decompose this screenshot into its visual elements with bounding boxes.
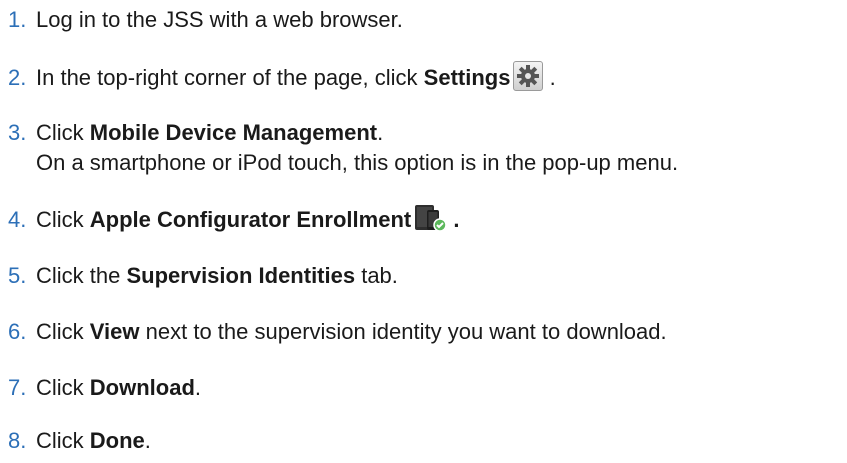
step-5: 5. Click the Supervision Identities tab.: [8, 261, 398, 291]
step-4: 4. Click Apple Configurator Enrollment .: [8, 204, 459, 235]
step-text-end: .: [194, 375, 202, 400]
step-text: Click: [36, 207, 90, 232]
step-note: On a smartphone or iPod touch, this opti…: [36, 150, 679, 175]
view-label: View: [89, 319, 140, 344]
step-number: 4.: [8, 207, 27, 232]
step-number: 8.: [8, 428, 27, 453]
step-text: Click: [36, 428, 90, 453]
step-text: Click the: [36, 263, 127, 288]
step-8: 8. Click Done.: [8, 426, 151, 456]
step-text-end: .: [447, 207, 460, 232]
apple-configurator-enrollment-label: Apple Configurator Enrollment: [89, 207, 412, 232]
step-text-end: .: [543, 65, 556, 90]
step-text: In the top-right corner of the page, cli…: [36, 65, 424, 90]
step-1: 1. Log in to the JSS with a web browser.: [8, 5, 403, 35]
supervision-identities-label: Supervision Identities: [126, 263, 356, 288]
step-text-end: next to the supervision identity you wan…: [139, 319, 667, 344]
step-text: Log in to the JSS with a web browser.: [36, 7, 403, 32]
step-2: 2. In the top-right corner of the page, c…: [8, 61, 556, 93]
done-label: Done: [89, 428, 145, 453]
step-number: 6.: [8, 319, 27, 344]
step-text: Click: [36, 375, 90, 400]
step-text-end: .: [377, 120, 384, 145]
step-7: 7. Click Download.: [8, 373, 201, 403]
step-text: Click: [36, 319, 90, 344]
step-number: 5.: [8, 263, 27, 288]
mobile-device-management-label: Mobile Device Management: [89, 120, 378, 145]
step-text: Click: [36, 120, 90, 145]
settings-label: Settings: [423, 65, 511, 90]
apple-configurator-enrollment-icon: [413, 204, 447, 232]
gear-icon: [513, 61, 544, 91]
step-3: 3. Click Mobile Device Management. On a s…: [8, 118, 678, 178]
step-6: 6. Click View next to the supervision ide…: [8, 317, 667, 347]
step-number: 2.: [8, 65, 27, 90]
step-text-end: tab.: [355, 263, 398, 288]
step-number: 3.: [8, 120, 27, 145]
step-text-end: .: [144, 428, 151, 453]
instruction-steps: 1. Log in to the JSS with a web browser. …: [0, 0, 847, 463]
step-number: 1.: [8, 7, 27, 32]
step-number: 7.: [8, 375, 27, 400]
download-label: Download: [89, 375, 195, 400]
